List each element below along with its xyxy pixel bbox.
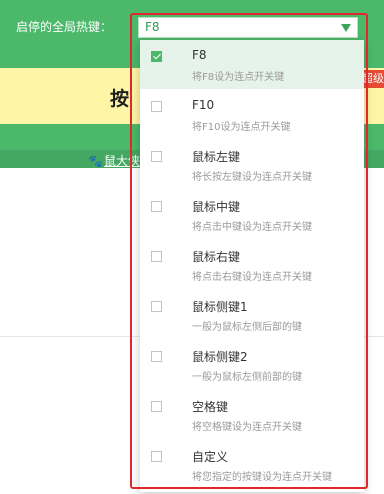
option-description: 将空格键设为连点开关键: [192, 422, 302, 433]
checkbox-icon[interactable]: [151, 151, 162, 162]
hotkey-select-value: F8: [145, 20, 160, 34]
dropdown-option-mouse-side2[interactable]: 鼠标侧键2 一般为鼠标左侧前部的键: [140, 340, 364, 389]
dropdown-option-mouse-side1[interactable]: 鼠标侧键1 一般为鼠标左侧后部的键: [140, 290, 364, 339]
dropdown-option-mouse-middle[interactable]: 鼠标中键 将点击中键设为连点开关键: [140, 190, 364, 239]
option-title: 鼠标右键: [192, 250, 241, 264]
option-title: F10: [192, 98, 215, 112]
checkbox-icon[interactable]: [151, 351, 162, 362]
paw-icon: 🐾: [88, 154, 103, 168]
checkbox-icon[interactable]: [151, 51, 162, 62]
checkbox-icon[interactable]: [151, 301, 162, 312]
dropdown-option-mouse-right[interactable]: 鼠标右键 将点击右键设为连点开关键: [140, 240, 364, 289]
option-description: 将您指定的按键设为连点开关键: [192, 472, 332, 483]
option-description: 一般为鼠标左侧后部的键: [192, 322, 302, 333]
dropdown-option-f8[interactable]: F8 将F8设为连点开关键: [140, 40, 364, 89]
option-description: 将F10设为连点开关键: [192, 122, 291, 133]
dropdown-option-custom[interactable]: 自定义 将您指定的按键设为连点开关键: [140, 440, 364, 489]
hotkey-label: 启停的全局热键：: [16, 20, 113, 34]
checkbox-icon[interactable]: [151, 401, 162, 412]
option-title: 自定义: [192, 450, 229, 464]
checkbox-icon[interactable]: [151, 251, 162, 262]
brand-link[interactable]: 🐾鼠大侠: [88, 152, 140, 169]
dropdown-option-f10[interactable]: F10 将F10设为连点开关键: [140, 90, 364, 139]
hotkey-dropdown-menu: F8 将F8设为连点开关键 F10 将F10设为连点开关键 鼠标左键 将长按左键…: [140, 40, 364, 492]
checkbox-icon[interactable]: [151, 451, 162, 462]
hotkey-select[interactable]: F8: [138, 17, 358, 38]
checkbox-icon[interactable]: [151, 101, 162, 112]
option-description: 将点击中键设为连点开关键: [192, 222, 312, 233]
option-title: 鼠标侧键2: [192, 350, 248, 364]
option-title: 鼠标中键: [192, 200, 241, 214]
option-title: 鼠标左键: [192, 150, 241, 164]
dropdown-option-space[interactable]: 空格键 将空格键设为连点开关键: [140, 390, 364, 439]
checkbox-icon[interactable]: [151, 201, 162, 212]
option-description: 将F8设为连点开关键: [192, 72, 285, 83]
option-description: 将点击右键设为连点开关键: [192, 272, 312, 283]
option-title: 鼠标侧键1: [192, 300, 248, 314]
brand-link-text: 鼠大侠: [103, 154, 140, 168]
promo-banner-text: 按: [110, 88, 130, 110]
option-title: 空格键: [192, 400, 229, 414]
dropdown-option-mouse-left[interactable]: 鼠标左键 将长按左键设为连点开关键: [140, 140, 364, 189]
option-description: 将长按左键设为连点开关键: [192, 172, 312, 183]
chevron-down-icon[interactable]: [341, 24, 351, 32]
option-description: 一般为鼠标左侧前部的键: [192, 372, 302, 383]
option-title: F8: [192, 48, 207, 62]
